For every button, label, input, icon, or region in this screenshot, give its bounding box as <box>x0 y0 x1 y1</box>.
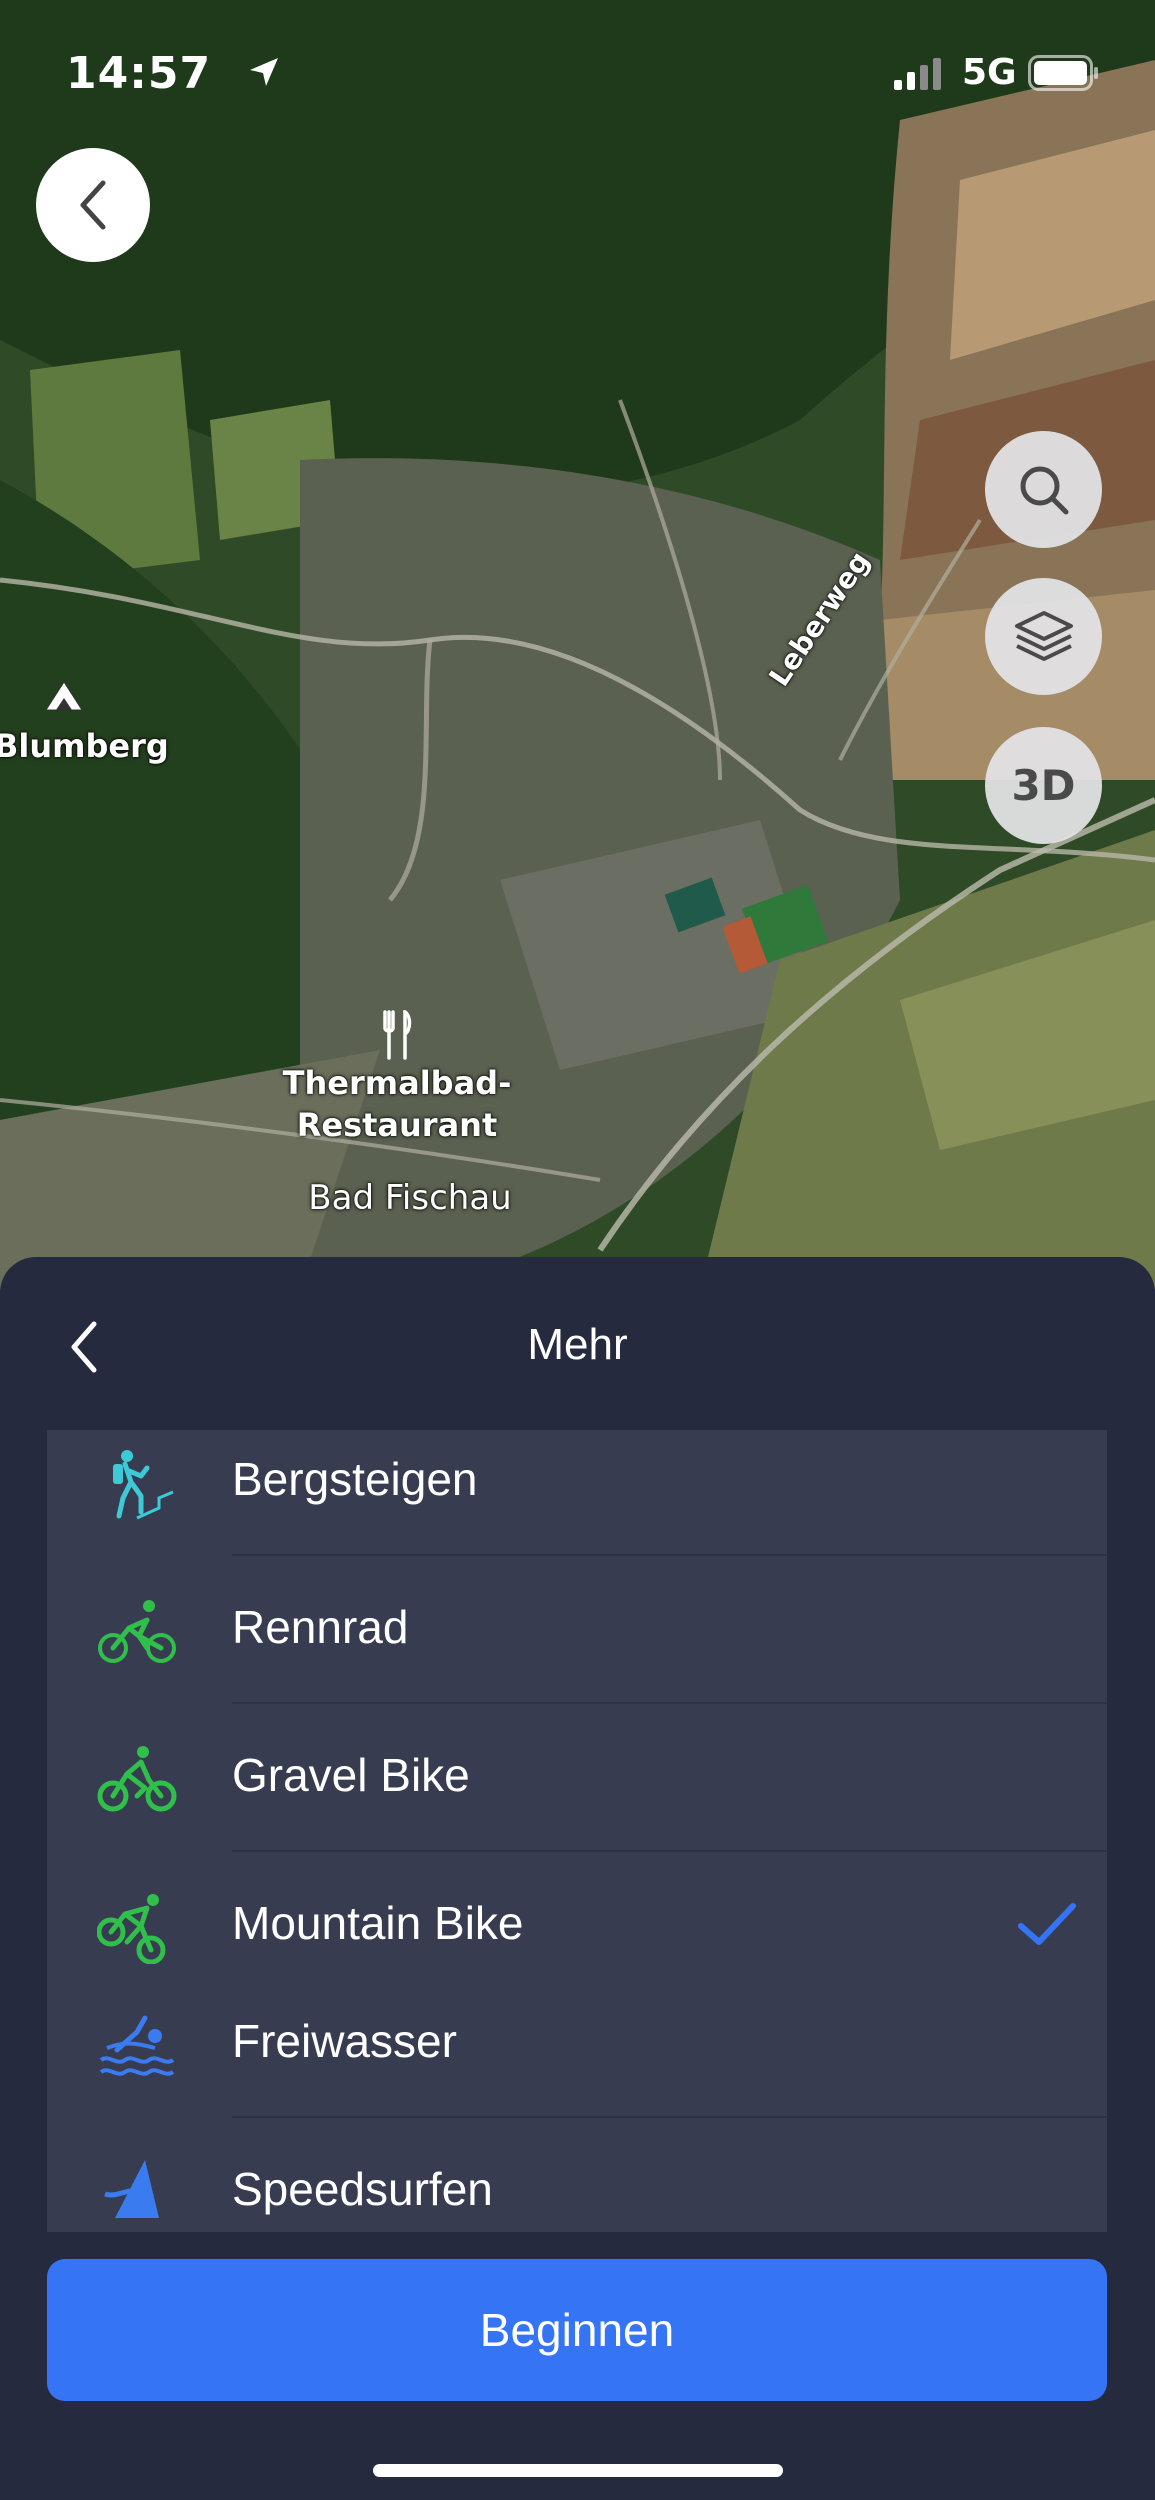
list-item-label: Rennrad <box>232 1601 409 1653</box>
map-search-button[interactable] <box>985 431 1102 548</box>
network-type: 5G <box>962 52 1017 93</box>
list-item-bergsteigen[interactable]: Bergsteigen <box>47 1430 1107 1556</box>
map-imagery <box>0 0 1155 1290</box>
sheet-title: Mehr <box>527 1320 628 1369</box>
map-label-thermal-2: Restaurant <box>296 1106 498 1144</box>
list-item-mountain-bike[interactable]: Mountain Bike <box>47 1852 1107 1970</box>
list-item-gravel-bike[interactable]: Gravel Bike <box>47 1704 1107 1852</box>
list-item-freiwasser[interactable]: Freiwasser <box>47 1970 1107 2118</box>
activity-sheet: Mehr Bergsteigen Rennrad Gravel Bike Mou… <box>0 1257 1155 2500</box>
map-label-bad-fischau: Bad Fischau <box>308 1178 512 1218</box>
list-item-speedsurfen[interactable]: Speedsurfen <box>47 2118 1107 2232</box>
peak-icon <box>45 681 83 711</box>
chevron-left-icon <box>80 180 106 230</box>
battery-icon <box>1028 55 1098 91</box>
list-item-label: Speedsurfen <box>232 2163 493 2215</box>
status-bar: 14:57 5G <box>0 0 1155 150</box>
list-item-label: Freiwasser <box>232 2015 457 2067</box>
mountain-bike-icon <box>97 1894 166 1964</box>
layers-icon <box>1014 610 1073 661</box>
restaurant-icon <box>383 1010 412 1060</box>
open-water-swim-icon <box>99 2015 175 2076</box>
gravel-bike-icon <box>97 1746 177 1812</box>
status-time: 14:57 <box>66 48 212 99</box>
home-indicator[interactable] <box>373 2464 783 2477</box>
map-3d-button[interactable]: 3D <box>985 727 1102 844</box>
activity-list-continued[interactable]: Freiwasser Speedsurfen <box>47 1970 1107 2232</box>
cellular-signal-icon <box>894 58 941 90</box>
satellite-map[interactable]: 14:57 5G 3D Blumberg Leberweg Thermalbad… <box>0 0 1155 1290</box>
begin-button[interactable]: Beginnen <box>47 2259 1107 2401</box>
map-back-button[interactable] <box>36 148 150 262</box>
map-label-thermal-1: Thermalbad- <box>282 1064 512 1102</box>
list-item-label: Bergsteigen <box>232 1453 478 1505</box>
mountaineering-icon <box>113 1450 174 1520</box>
3d-label: 3D <box>1011 761 1076 810</box>
road-bike-icon <box>98 1600 176 1663</box>
map-label-blumberg: Blumberg <box>0 727 169 765</box>
list-item-label: Gravel Bike <box>232 1749 470 1801</box>
list-item-label: Mountain Bike <box>232 1897 524 1949</box>
checkmark-icon <box>1018 1903 1076 1945</box>
map-layers-button[interactable] <box>985 578 1102 695</box>
list-item-rennrad[interactable]: Rennrad <box>47 1556 1107 1704</box>
activity-list[interactable]: Bergsteigen Rennrad Gravel Bike Mountain… <box>47 1430 1107 1970</box>
search-icon <box>1020 466 1068 514</box>
location-arrow-icon <box>250 58 278 86</box>
speedsurfing-icon <box>104 2160 159 2218</box>
